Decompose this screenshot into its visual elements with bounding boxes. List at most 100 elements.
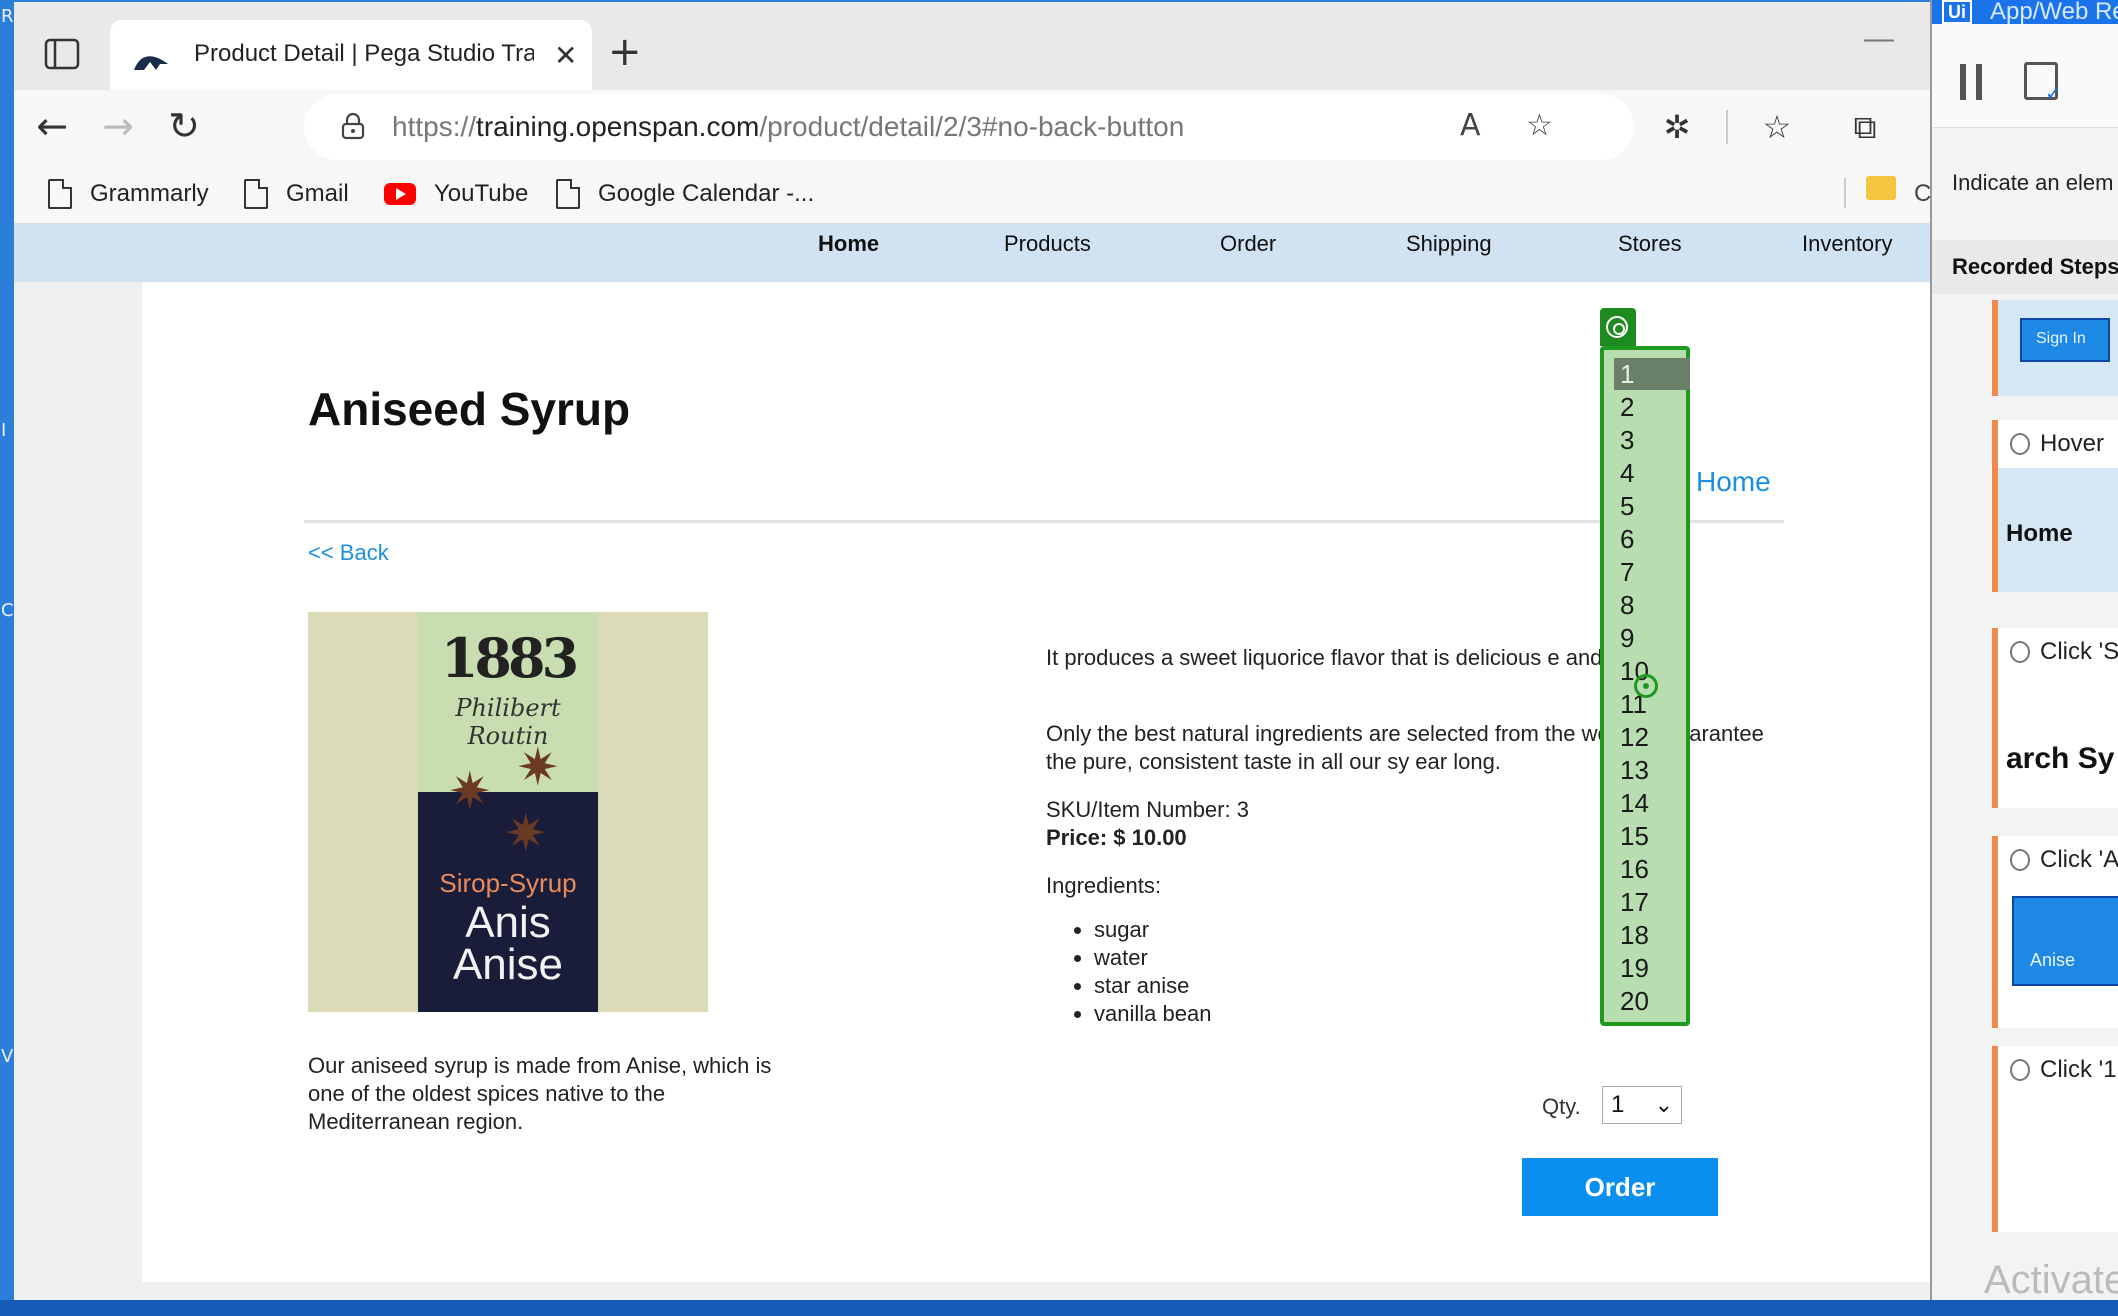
activate-windows-watermark: Activate xyxy=(1984,1258,2118,1302)
document-icon xyxy=(48,179,72,209)
qty-option[interactable]: 17 xyxy=(1614,886,1690,918)
step-header-label: Click 'A xyxy=(2040,846,2118,873)
target-icon xyxy=(1606,316,1628,338)
reload-button[interactable]: ↻ xyxy=(160,102,208,150)
ingredient-item: water xyxy=(1094,944,1211,972)
qty-option[interactable]: 1 xyxy=(1614,358,1690,390)
qty-option[interactable]: 3 xyxy=(1614,424,1690,456)
chevron-down-icon: ⌄ xyxy=(1654,1092,1673,1117)
bookmark-label: Grammarly xyxy=(90,180,209,207)
bookmark-label: Gmail xyxy=(286,180,349,207)
tab-close-icon[interactable]: ✕ xyxy=(554,42,577,70)
nav-home[interactable]: Home xyxy=(818,224,879,264)
nav-stores[interactable]: Stores xyxy=(1618,224,1682,264)
divider xyxy=(304,520,1784,523)
bookmark-label: Google Calendar -... xyxy=(598,180,815,207)
recorded-step[interactable]: Click 'S arch Sy xyxy=(1992,628,2118,808)
qty-option[interactable]: 5 xyxy=(1614,490,1690,522)
click-icon xyxy=(2010,849,2030,871)
toolbar-separator xyxy=(1726,110,1728,144)
address-bar[interactable]: https://training.openspan.com/product/de… xyxy=(304,94,1634,160)
bookmark-gmail[interactable]: Gmail xyxy=(244,174,349,214)
new-tab-button[interactable]: + xyxy=(608,32,642,72)
image-anis-text: Anis Anise xyxy=(418,901,598,989)
url-host: training.openspan.com xyxy=(476,111,760,142)
qty-option[interactable]: 16 xyxy=(1614,853,1690,885)
recorder-title: App/Web Re xyxy=(1990,0,2118,25)
url-scheme: https:// xyxy=(392,111,477,142)
tab-actions-icon[interactable] xyxy=(44,38,80,70)
qty-select[interactable]: 1 ⌄ xyxy=(1602,1086,1682,1124)
step-thumbnail: Anise xyxy=(2012,896,2118,986)
step-body-text: arch Sy xyxy=(2006,742,2115,775)
step-header-label: Click 'S xyxy=(2040,638,2118,665)
step-header-label: Hover xyxy=(2040,430,2105,457)
star-anise-icon: ✷ xyxy=(448,762,492,822)
product-title: Aniseed Syrup xyxy=(308,383,631,435)
nav-inventory[interactable]: Inventory xyxy=(1802,224,1893,264)
step-body xyxy=(1998,1094,2118,1232)
bookmark-grammarly[interactable]: Grammarly xyxy=(48,174,209,214)
qty-option[interactable]: 2 xyxy=(1614,391,1690,423)
qty-option[interactable]: 13 xyxy=(1614,754,1690,786)
qty-option[interactable]: 6 xyxy=(1614,523,1690,555)
step-body: arch Sy xyxy=(1998,676,2118,808)
forward-button[interactable]: → xyxy=(94,102,142,150)
nav-shipping[interactable]: Shipping xyxy=(1406,224,1492,264)
recorded-step[interactable]: Sign In xyxy=(1992,300,2118,396)
recorded-step[interactable]: Click 'A Anise xyxy=(1992,836,2118,1028)
taskbar-strip xyxy=(0,1300,2118,1316)
add-favorite-icon[interactable]: ☆ xyxy=(1526,108,1553,143)
minimize-button[interactable]: — xyxy=(1864,22,1894,56)
ingredients-list: sugar water star anise vanilla bean xyxy=(1086,916,1211,1028)
url-text[interactable]: https://training.openspan.com/product/de… xyxy=(392,110,1184,144)
ingredient-item: sugar xyxy=(1094,916,1211,944)
qty-label: Qty. xyxy=(1542,1094,1581,1119)
qty-option[interactable]: 15 xyxy=(1614,820,1690,852)
recorded-step[interactable]: Click '1 xyxy=(1992,1046,2118,1232)
qty-option[interactable]: 4 xyxy=(1614,457,1690,489)
bookmarks-separator xyxy=(1844,178,1846,208)
pause-icon[interactable] xyxy=(1960,64,1982,100)
url-path: /product/detail/2/3#no-back-button xyxy=(759,111,1185,142)
nav-products[interactable]: Products xyxy=(1004,224,1091,264)
tab-title: Product Detail | Pega Studio Trai xyxy=(194,40,534,67)
collections-icon[interactable]: ⧉ xyxy=(1842,104,1888,150)
recorded-step[interactable]: Hover Home xyxy=(1992,420,2118,592)
image-anise-line: Anise xyxy=(452,940,564,989)
bookmarks-bar: Grammarly Gmail YouTube Google Calendar … xyxy=(14,164,1931,224)
bookmark-overflow-label[interactable]: C xyxy=(1914,174,1931,214)
bookmark-label: YouTube xyxy=(434,180,529,207)
back-link[interactable]: << Back xyxy=(308,540,389,566)
bookmark-youtube[interactable]: YouTube xyxy=(384,174,528,214)
qty-option[interactable]: 20 xyxy=(1614,985,1690,1017)
extensions-icon[interactable]: ✲ xyxy=(1654,104,1700,150)
step-header: Click 'S xyxy=(1998,628,2118,676)
favorites-icon[interactable]: ☆ xyxy=(1754,104,1800,150)
folder-icon[interactable] xyxy=(1866,176,1896,200)
qty-option[interactable]: 19 xyxy=(1614,952,1690,984)
qty-option[interactable]: 12 xyxy=(1614,721,1690,753)
site-nav: Home Products Order Shipping Stores Inve… xyxy=(14,224,1930,282)
order-button[interactable]: Order xyxy=(1522,1158,1718,1216)
nav-order[interactable]: Order xyxy=(1220,224,1276,264)
recorder-panel: Ui App/Web Re ✓ Indicate an elem Recorde… xyxy=(1930,0,2118,1316)
image-sirop-text: Sirop-Syrup xyxy=(439,868,577,898)
save-icon[interactable]: ✓ xyxy=(2024,62,2062,105)
youtube-icon xyxy=(384,183,416,205)
qty-option[interactable]: 7 xyxy=(1614,556,1690,588)
step-header-label: Click '1 xyxy=(2040,1056,2117,1083)
lock-icon[interactable] xyxy=(340,112,366,140)
step-body: Anise xyxy=(1998,884,2118,1028)
qty-option[interactable]: 18 xyxy=(1614,919,1690,951)
back-button[interactable]: ← xyxy=(28,102,76,150)
qty-option[interactable]: 8 xyxy=(1614,589,1690,621)
star-anise-icon: ✷ xyxy=(504,804,548,864)
bookmark-google-calendar[interactable]: Google Calendar -... xyxy=(556,174,814,214)
qty-option[interactable]: 14 xyxy=(1614,787,1690,819)
tab-strip: Product Detail | Pega Studio Trai ✕ + — xyxy=(14,2,1930,104)
home-link[interactable]: Home xyxy=(1696,466,1771,498)
crosshair-target-icon xyxy=(1634,674,1658,698)
read-aloud-icon[interactable]: A xyxy=(1460,108,1481,143)
qty-option[interactable]: 9 xyxy=(1614,622,1690,654)
